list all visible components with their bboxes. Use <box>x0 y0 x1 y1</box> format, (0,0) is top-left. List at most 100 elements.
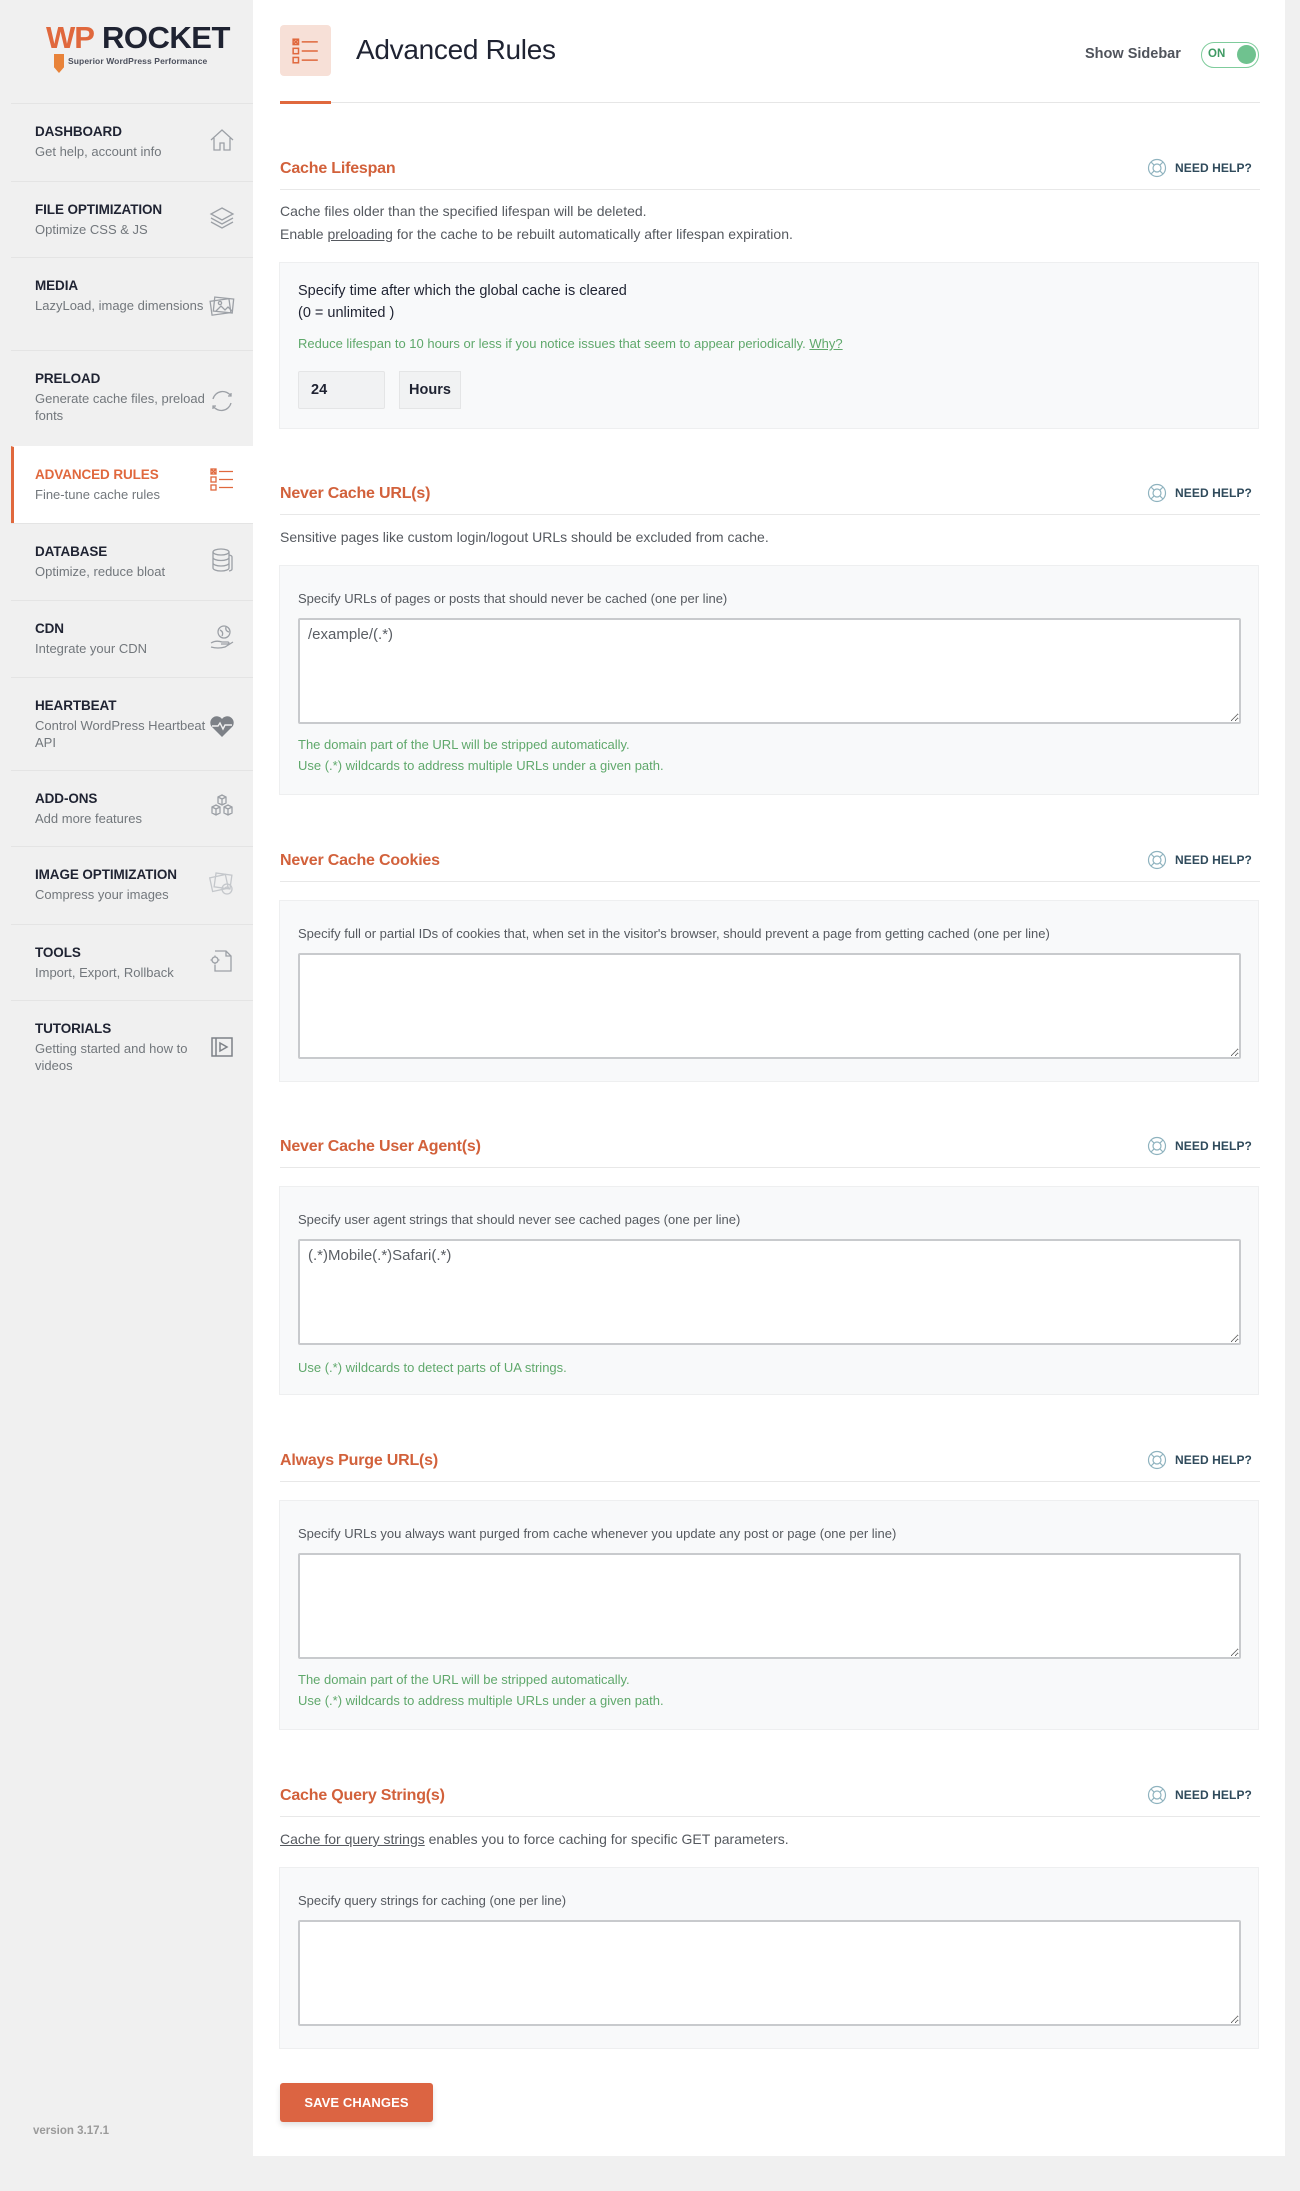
toggle-on-label: ON <box>1208 48 1226 60</box>
need-help-link[interactable]: NEED HELP? <box>1147 850 1252 870</box>
sidebar-item-heartbeat[interactable]: HEARTBEAT Control WordPress Heartbeat AP… <box>11 677 253 770</box>
sidebar-item-subtitle: Integrate your CDN <box>35 641 147 656</box>
description-line: Enable preloading for the cache to be re… <box>280 223 793 246</box>
never-cache-urls-textarea[interactable]: /example/(.*) <box>298 618 1241 724</box>
hint-text: Reduce lifespan to 10 hours or less if y… <box>298 336 806 351</box>
lifespan-hint: Reduce lifespan to 10 hours or less if y… <box>298 333 843 354</box>
header-active-underline <box>280 101 331 104</box>
sidebar-item-cdn[interactable]: CDN Integrate your CDN <box>11 600 253 677</box>
sidebar-item-tutorials[interactable]: TUTORIALS Getting started and how to vid… <box>11 1000 253 1093</box>
need-help-link[interactable]: NEED HELP? <box>1147 1136 1252 1156</box>
always-purge-urls-box: Specify URLs you always want purged from… <box>279 1500 1259 1730</box>
rocket-flame-icon <box>54 54 64 73</box>
why-link[interactable]: Why? <box>809 336 842 351</box>
section-title: Cache Query String(s) <box>280 1787 445 1804</box>
checklist-icon <box>208 465 236 493</box>
cache-query-strings-label: Specify query strings for caching (one p… <box>298 1893 567 1908</box>
show-sidebar-toggle[interactable]: ON <box>1201 42 1259 68</box>
need-help-link[interactable]: NEED HELP? <box>1147 1785 1252 1805</box>
label-line: (0 = unlimited ) <box>298 305 395 321</box>
sidebar-item-subtitle: Getting started and how to videos <box>35 1041 188 1073</box>
section-title: Never Cache Cookies <box>280 852 440 869</box>
sidebar-item-subtitle: Control WordPress Heartbeat API <box>35 718 206 750</box>
header-divider <box>280 102 1260 103</box>
lifebuoy-icon <box>1147 1136 1167 1156</box>
section-title: Never Cache User Agent(s) <box>280 1138 481 1155</box>
cubes-icon <box>208 793 236 821</box>
sidebar-item-advanced-rules[interactable]: ADVANCED RULES Fine-tune cache rules <box>11 446 253 523</box>
sidebar-nav: DASHBOARD Get help, account info FILE OP… <box>11 103 253 1093</box>
sidebar-item-image-optimization[interactable]: IMAGE OPTIMIZATION Compress your images <box>11 846 253 924</box>
label-line: Specify time after which the global cach… <box>298 283 627 299</box>
hint-line: The domain part of the URL will be strip… <box>298 1672 630 1687</box>
need-help-label: NEED HELP? <box>1174 1453 1252 1467</box>
always-purge-urls-textarea[interactable] <box>298 1553 1241 1659</box>
cache-lifespan-description: Cache files older than the specified lif… <box>280 200 793 246</box>
section-title: Always Purge URL(s) <box>280 1452 439 1469</box>
advanced-rules-header-icon <box>280 25 331 76</box>
section-header-always-purge-urls: Always Purge URL(s) NEED HELP? <box>280 1450 1260 1482</box>
file-gear-icon <box>208 947 236 975</box>
cache-query-strings-description: Cache for query strings enables you to f… <box>280 1828 789 1851</box>
section-header-never-cache-cookies: Never Cache Cookies NEED HELP? <box>280 850 1260 882</box>
never-cache-user-agents-hint: Use (.*) wildcards to detect parts of UA… <box>298 1360 567 1375</box>
need-help-link[interactable]: NEED HELP? <box>1147 1450 1252 1470</box>
hint-line: Use (.*) wildcards to address multiple U… <box>298 758 664 773</box>
always-purge-urls-hint: The domain part of the URL will be strip… <box>298 1669 664 1711</box>
section-header-never-cache-user-agents: Never Cache User Agent(s) NEED HELP? <box>280 1136 1260 1168</box>
sidebar-item-dashboard[interactable]: DASHBOARD Get help, account info <box>11 103 253 181</box>
never-cache-cookies-textarea[interactable] <box>298 953 1241 1059</box>
wp-rocket-logo[interactable]: WP ROCKET Superior WordPress Performance <box>44 20 230 76</box>
never-cache-user-agents-box: Specify user agent strings that should n… <box>279 1186 1259 1395</box>
never-cache-user-agents-label: Specify user agent strings that should n… <box>298 1212 741 1227</box>
images-icon <box>208 292 236 320</box>
description-text: for the cache to be rebuilt automaticall… <box>392 226 793 242</box>
cache-lifespan-box: Specify time after which the global cach… <box>279 262 1259 429</box>
need-help-link[interactable]: NEED HELP? <box>1147 158 1252 178</box>
sidebar-item-database[interactable]: DATABASE Optimize, reduce bloat <box>11 523 253 600</box>
never-cache-cookies-label: Specify full or partial IDs of cookies t… <box>298 926 1050 941</box>
never-cache-cookies-box: Specify full or partial IDs of cookies t… <box>279 900 1259 1082</box>
sidebar-item-file-optimization[interactable]: FILE OPTIMIZATION Optimize CSS & JS <box>11 181 253 257</box>
lifebuoy-icon <box>1147 850 1167 870</box>
need-help-label: NEED HELP? <box>1174 1139 1252 1153</box>
need-help-label: NEED HELP? <box>1174 486 1252 500</box>
never-cache-urls-label: Specify URLs of pages or posts that shou… <box>298 591 728 606</box>
sidebar-item-subtitle: Import, Export, Rollback <box>35 965 174 980</box>
globe-hand-icon <box>208 623 236 651</box>
sidebar-item-subtitle: Fine-tune cache rules <box>35 487 161 502</box>
hint-line: The domain part of the URL will be strip… <box>298 737 630 752</box>
sidebar-item-preload[interactable]: PRELOAD Generate cache files, preload fo… <box>11 350 253 446</box>
cache-for-query-strings-link[interactable]: Cache for query strings <box>280 1831 425 1847</box>
version-label: version 3.17.1 <box>33 2125 110 2137</box>
section-header-cache-lifespan: Cache Lifespan NEED HELP? <box>280 158 1260 190</box>
cache-query-strings-textarea[interactable] <box>298 1920 1241 2026</box>
page-title: Advanced Rules <box>356 34 556 65</box>
lifebuoy-icon <box>1147 483 1167 503</box>
save-changes-button[interactable]: SAVE CHANGES <box>280 2083 433 2122</box>
lifebuoy-icon <box>1147 1450 1167 1470</box>
never-cache-user-agents-textarea[interactable]: (.*)Mobile(.*)Safari(.*) <box>298 1239 1241 1345</box>
sidebar-item-media[interactable]: MEDIA LazyLoad, image dimensions <box>11 257 253 350</box>
sidebar-item-add-ons[interactable]: ADD-ONS Add more features <box>11 770 253 846</box>
sidebar-item-subtitle: Optimize CSS & JS <box>35 222 148 237</box>
never-cache-urls-box: Specify URLs of pages or posts that shou… <box>279 565 1259 795</box>
image-compress-icon <box>208 869 236 897</box>
preloading-link[interactable]: preloading <box>327 226 392 242</box>
description-text: enables you to force caching for specifi… <box>424 1831 789 1847</box>
main-panel: Advanced Rules Show Sidebar ON Cache Lif… <box>253 0 1285 2156</box>
description-line: Cache files older than the specified lif… <box>280 203 647 219</box>
need-help-link[interactable]: NEED HELP? <box>1147 483 1252 503</box>
section-title: Cache Lifespan <box>280 160 396 177</box>
logo-wp-text: WP <box>46 20 95 55</box>
section-header-never-cache-urls: Never Cache URL(s) NEED HELP? <box>280 483 1260 515</box>
sidebar-item-subtitle: Add more features <box>35 811 142 826</box>
sidebar-item-subtitle: LazyLoad, image dimensions <box>35 298 204 313</box>
refresh-icon <box>208 387 236 415</box>
sidebar-item-tools[interactable]: TOOLS Import, Export, Rollback <box>11 924 253 1000</box>
never-cache-urls-hint: The domain part of the URL will be strip… <box>298 734 664 776</box>
sidebar-item-subtitle: Get help, account info <box>35 144 162 159</box>
layers-icon <box>208 204 236 232</box>
lifespan-input[interactable] <box>298 371 385 409</box>
section-title: Never Cache URL(s) <box>280 485 431 502</box>
